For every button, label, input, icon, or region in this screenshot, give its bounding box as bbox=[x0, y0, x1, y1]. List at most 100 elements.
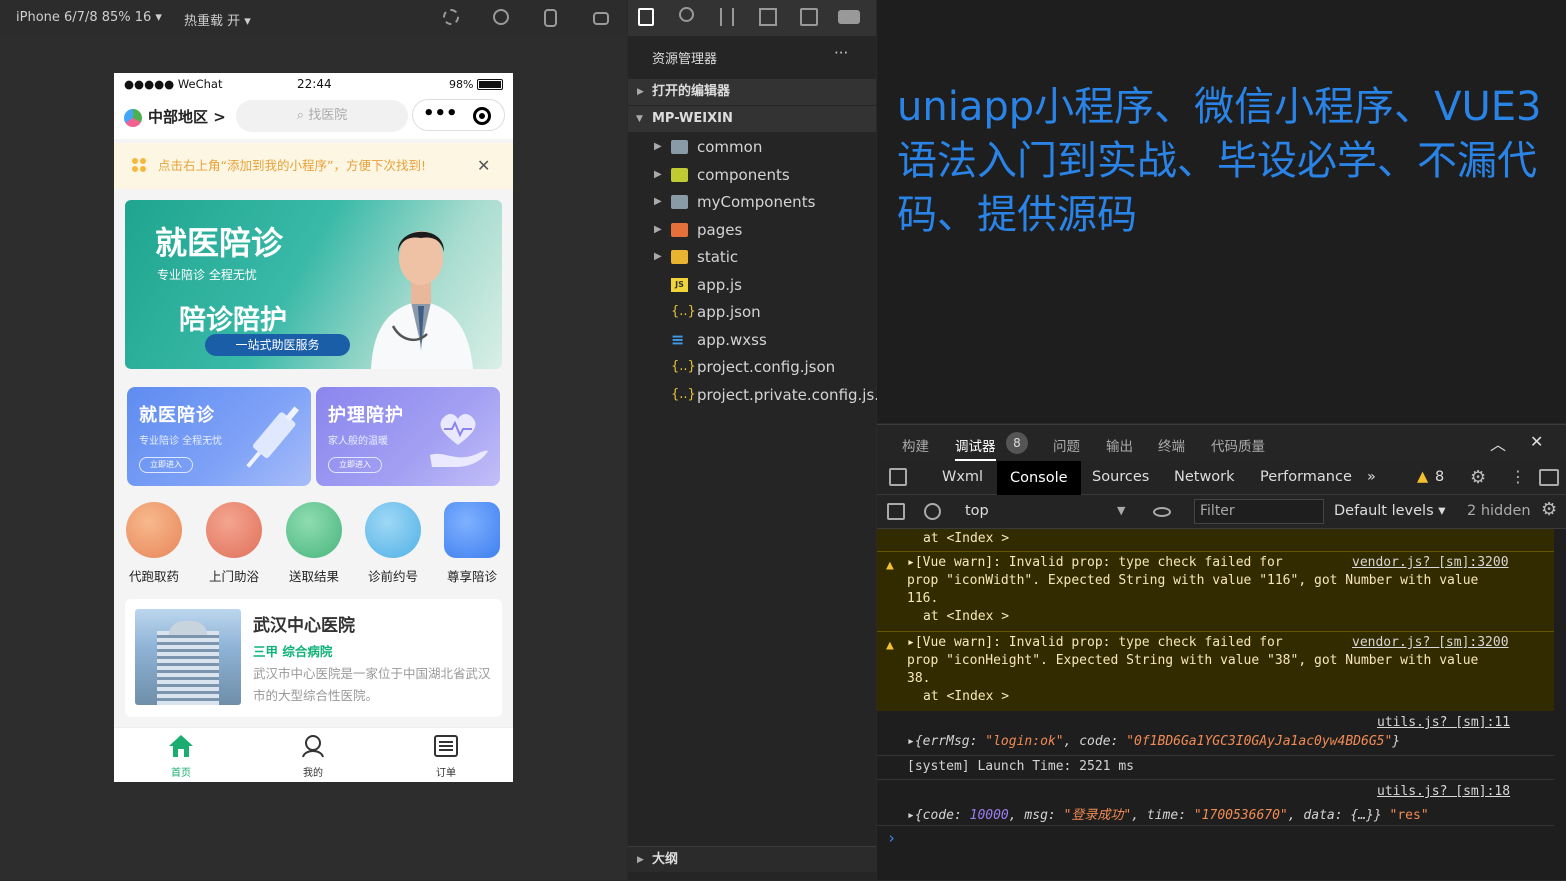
file-item-components[interactable]: ▶ components bbox=[628, 162, 876, 188]
service-label: 尊享陪诊 bbox=[446, 569, 497, 584]
service-appointment[interactable]: 诊前约号 bbox=[361, 502, 425, 585]
tab-code-quality[interactable]: 代码质量 bbox=[1211, 435, 1265, 455]
tab-console[interactable]: Console bbox=[997, 461, 1081, 495]
tab-problems[interactable]: 问题 bbox=[1053, 435, 1080, 455]
console-log-entry[interactable]: [system] Launch Time: 2521 ms bbox=[877, 756, 1554, 780]
source-link[interactable]: utils.js? [sm]:18 bbox=[1377, 784, 1510, 799]
clear-console-icon[interactable] bbox=[924, 503, 941, 520]
console-warning[interactable]: ▲ ▸[Vue warn]: Invalid prop: type check … bbox=[877, 631, 1554, 711]
dock-icon[interactable] bbox=[1539, 469, 1559, 486]
file-item-pages[interactable]: ▶ pages bbox=[628, 217, 876, 243]
chevron-up-icon[interactable]: ︿ bbox=[1490, 431, 1506, 455]
chevron-right-icon: ▶ bbox=[654, 196, 662, 207]
css-file-icon: ≡ bbox=[671, 330, 685, 349]
log-text: ▸[Vue warn]: Invalid prop: type check fa… bbox=[907, 635, 1283, 650]
service-results[interactable]: 送取结果 bbox=[282, 502, 346, 585]
refresh-icon[interactable] bbox=[443, 9, 459, 25]
tab-sources[interactable]: Sources bbox=[1092, 469, 1149, 485]
home-icon bbox=[169, 735, 193, 757]
close-miniprogram-icon[interactable] bbox=[473, 107, 491, 125]
tab-mine[interactable]: 我的 bbox=[283, 734, 343, 779]
device-select[interactable]: iPhone 6/7/8 85% 16 ▾ bbox=[16, 10, 162, 25]
console-settings-icon[interactable]: ⚙ bbox=[1541, 499, 1557, 520]
file-item-app-js[interactable]: JS app.js bbox=[628, 272, 876, 298]
file-item-mycomponents[interactable]: ▶ myComponents bbox=[628, 189, 876, 215]
more-tabs-icon[interactable]: » bbox=[1367, 469, 1376, 485]
docker-icon[interactable] bbox=[838, 10, 860, 24]
source-control-icon[interactable] bbox=[720, 8, 734, 26]
tab-debugger[interactable]: 调试器 bbox=[955, 435, 996, 461]
file-item-project-private-config[interactable]: {..} project.private.config.js... bbox=[628, 382, 889, 408]
file-item-common[interactable]: ▶ common bbox=[628, 134, 876, 160]
json-file-icon: {..} bbox=[671, 359, 696, 374]
hot-reload-select[interactable]: 热重载 开 ▾ bbox=[184, 10, 251, 29]
context-select[interactable]: top bbox=[965, 503, 989, 519]
dropdown-arrow-icon[interactable]: ▼ bbox=[1117, 504, 1125, 517]
more-options-icon[interactable]: ⋮ bbox=[1510, 467, 1526, 486]
more-menu-icon[interactable]: ••• bbox=[423, 103, 458, 124]
hospital-card[interactable]: 武汉中心医院 三甲 综合病院 武汉市中心医院是一家位于中国湖北省武汉市的大型综合… bbox=[125, 599, 502, 717]
console-filter-input[interactable]: Filter bbox=[1194, 499, 1324, 524]
phone-icon[interactable] bbox=[544, 9, 557, 27]
debug-panel-tabs: 构建 调试器 8 问题 输出 终端 代码质量 ︿ ✕ bbox=[877, 425, 1566, 461]
heart-hand-icon bbox=[430, 413, 488, 467]
console-warning[interactable]: ▲ ▸[Vue warn]: Invalid prop: type check … bbox=[877, 551, 1554, 631]
file-item-app-json[interactable]: {..} app.json bbox=[628, 299, 876, 325]
service-card-companion[interactable]: 就医陪诊 专业陪诊 全程无忧 立即进入 bbox=[127, 387, 311, 486]
phone-tab-bar: 首页 我的 订单 bbox=[114, 727, 513, 782]
chevron-right-icon: ▶ bbox=[654, 169, 662, 180]
eye-icon[interactable] bbox=[1153, 507, 1171, 517]
source-link[interactable]: vendor.js? [sm]:3200 bbox=[1352, 635, 1509, 650]
stack-line: at <Index > bbox=[923, 609, 1010, 624]
hospital-search-input[interactable]: ⌕ 找医院 bbox=[236, 100, 408, 132]
console-warning-tail: at <Index > bbox=[877, 529, 1554, 551]
record-icon[interactable] bbox=[493, 9, 509, 25]
tab-home[interactable]: 首页 bbox=[151, 734, 211, 779]
explorer-more-icon[interactable]: ··· bbox=[834, 44, 848, 62]
close-icon[interactable]: ✕ bbox=[1530, 432, 1543, 451]
open-editors-section[interactable]: ▶ 打开的编辑器 bbox=[628, 79, 876, 105]
tab-network[interactable]: Network bbox=[1174, 469, 1235, 485]
log-levels-select[interactable]: Default levels ▾ bbox=[1334, 503, 1446, 519]
service-daipao[interactable]: 代跑取药 bbox=[122, 502, 186, 585]
tip-close-icon[interactable]: ✕ bbox=[477, 143, 490, 189]
service-vip[interactable]: 尊享陪诊 bbox=[440, 502, 504, 585]
console-log-entry[interactable]: utils.js? [sm]:11 ▸{errMsg: "login:ok", … bbox=[877, 711, 1554, 756]
tip-flower-icon bbox=[132, 158, 146, 172]
console-log-entry[interactable]: utils.js? [sm]:18 ▸{code: 10000, msg: "登… bbox=[877, 780, 1554, 826]
tab-terminal[interactable]: 终端 bbox=[1158, 435, 1185, 455]
window-icon[interactable] bbox=[593, 12, 609, 25]
card-enter-button[interactable]: 立即进入 bbox=[328, 457, 382, 473]
warning-count[interactable]: 8 bbox=[1435, 469, 1444, 485]
hero-banner[interactable]: 就医陪诊 专业陪诊 全程无忧 陪诊陪护 一站式助医服务 bbox=[125, 200, 502, 369]
card-enter-button[interactable]: 立即进入 bbox=[139, 457, 193, 473]
files-icon[interactable] bbox=[638, 8, 654, 26]
project-section[interactable]: ▼ MP-WEIXIN bbox=[628, 106, 876, 132]
source-link[interactable]: utils.js? [sm]:11 bbox=[1377, 715, 1510, 730]
banner-title: 就医陪诊 bbox=[155, 224, 284, 262]
log-text: [system] Launch Time: 2521 ms bbox=[907, 759, 1134, 774]
outline-section[interactable]: ▶ 大纲 bbox=[628, 846, 876, 872]
inspect-element-icon[interactable] bbox=[889, 468, 907, 486]
service-bath[interactable]: 上门助浴 bbox=[202, 502, 266, 585]
save-icon[interactable] bbox=[800, 8, 818, 26]
source-link[interactable]: vendor.js? [sm]:3200 bbox=[1352, 555, 1509, 570]
settings-icon[interactable]: ⚙ bbox=[1470, 467, 1486, 488]
file-item-app-wxss[interactable]: ≡ app.wxss bbox=[628, 327, 876, 353]
pages-folder-icon bbox=[671, 223, 688, 237]
file-item-project-config[interactable]: {..} project.config.json bbox=[628, 354, 876, 380]
tab-orders[interactable]: 订单 bbox=[416, 734, 476, 779]
region-selector[interactable]: 中部地区 > bbox=[124, 106, 226, 127]
tab-output[interactable]: 输出 bbox=[1106, 435, 1133, 455]
search-icon[interactable] bbox=[679, 7, 694, 22]
tab-wxml[interactable]: Wxml bbox=[942, 469, 983, 485]
service-card-nursing[interactable]: 护理陪护 家人般的温暖 立即进入 bbox=[316, 387, 500, 486]
extensions-icon[interactable] bbox=[759, 8, 777, 26]
tab-performance[interactable]: Performance bbox=[1260, 469, 1352, 485]
file-item-static[interactable]: ▶ static bbox=[628, 244, 876, 270]
section-label: 打开的编辑器 bbox=[652, 84, 731, 99]
tab-build[interactable]: 构建 bbox=[902, 435, 929, 455]
sidebar-toggle-icon[interactable] bbox=[887, 503, 905, 520]
console-prompt[interactable]: › bbox=[887, 829, 896, 847]
service-label: 送取结果 bbox=[288, 569, 339, 584]
